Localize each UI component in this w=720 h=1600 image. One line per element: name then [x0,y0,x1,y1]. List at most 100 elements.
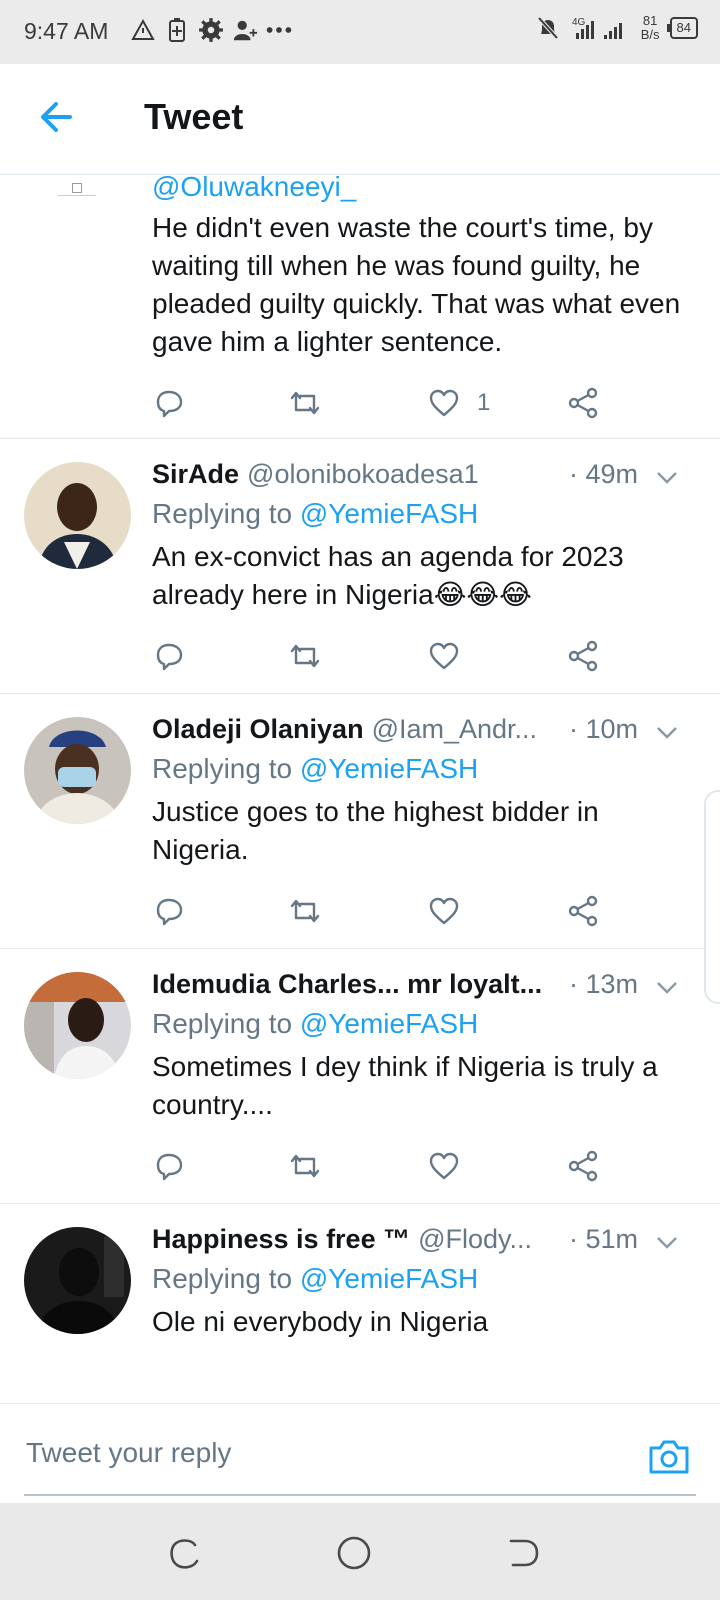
home-button[interactable] [334,1533,374,1573]
more-dots-icon [266,16,292,44]
tweet-text: An ex-convict has an agenda for 2023 alr… [152,541,624,610]
tweet-text: Ole ni everybody in Nigeria [152,1306,489,1337]
tweet-item[interactable]: Idemudia Charles... mr loyalt... · 13m R… [0,948,720,1204]
share-button[interactable] [566,383,600,423]
retweet-icon [290,1154,320,1178]
replying-to-handle[interactable]: @YemieFASH [300,1263,478,1294]
share-button[interactable] [566,1146,600,1186]
avatar-fragment [58,183,96,196]
tweet-author-handle[interactable]: @Oluwakneeyi_ [152,175,690,205]
avatar[interactable] [24,972,131,1079]
share-button[interactable] [566,636,600,676]
replying-to-prefix: Replying to [152,498,300,529]
replying-to-handle[interactable]: @YemieFASH [300,498,478,529]
heart-icon [429,389,459,417]
retweet-button[interactable] [288,383,322,423]
tweet-text: Sometimes I dey think if Nigeria is trul… [152,1051,658,1120]
recents-button[interactable] [165,1533,205,1573]
status-time: 9:47 AM [24,18,109,44]
share-button[interactable] [566,891,600,931]
chevron-down-icon[interactable] [654,1229,680,1255]
reply-composer [0,1403,720,1504]
retweet-button[interactable] [288,1146,322,1186]
tweet-author-handle[interactable]: @Iam_Andr... [372,709,537,749]
tweet-actions [152,636,612,676]
reply-button[interactable] [152,636,186,676]
like-button[interactable]: 1 [427,383,490,423]
chevron-down-icon[interactable] [654,464,680,490]
alert-triangle-icon [130,16,156,44]
like-count: 1 [477,389,491,416]
tweet-text: He didn't even waste the court's time, b… [152,212,681,357]
retweet-icon [290,644,320,668]
replying-to-handle[interactable]: @YemieFASH [300,1008,478,1039]
heart-icon [429,897,459,925]
tweet-text: Justice goes to the highest bidder in Ni… [152,796,599,865]
like-button[interactable] [427,1146,461,1186]
replying-to-prefix: Replying to [152,1263,300,1294]
settings-gear-icon [198,16,224,44]
reply-icon [156,898,183,926]
avatar[interactable] [24,1227,131,1334]
page-title: Tweet [144,96,244,137]
retweet-icon [290,391,320,415]
reply-icon [156,1153,183,1181]
edge-panel-handle[interactable] [704,790,720,1004]
heart-icon [429,642,459,670]
replying-to-line: Replying to @YemieFASH [152,1259,690,1299]
retweet-icon [290,899,320,923]
tweet-item[interactable]: Happiness is free ™ @Flody... · 51m Repl… [0,1203,720,1403]
battery-indicator: 84 [666,17,698,39]
tweet-author-name[interactable]: Oladeji Olaniyan [152,709,364,749]
mute-bell-icon [535,14,561,42]
tweet-item[interactable]: SirAde @olonibokoadesa1 · 49m Replying t… [0,438,720,694]
tweet-item[interactable]: @Oluwakneeyi_ He didn't even waste the c… [0,175,720,439]
retweet-button[interactable] [288,891,322,931]
battery-saver-icon [164,16,190,44]
tweet-actions [152,1146,612,1186]
replying-to-line: Replying to @YemieFASH [152,749,690,789]
network-speed-unit: B/s [640,27,660,42]
reply-button[interactable] [152,1146,186,1186]
back-nav-icon [509,1539,539,1567]
tweet-author-name[interactable]: SirAde [152,454,239,494]
reply-feed[interactable]: @Oluwakneeyi_ He didn't even waste the c… [0,175,720,1403]
top-app-bar: Tweet [0,64,720,175]
reply-icon [156,643,183,671]
tweet-item[interactable]: Oladeji Olaniyan @Iam_Andr... · 10m Repl… [0,693,720,949]
back-button[interactable] [32,92,82,142]
avatar[interactable] [24,462,131,569]
reply-input[interactable] [24,1432,588,1474]
tweet-author-name[interactable]: Idemudia Charles... mr loyalt... [152,964,542,1004]
chevron-down-icon[interactable] [654,719,680,745]
status-bar: 9:47 AM 4G 81 B/s 84 [0,0,720,64]
camera-button[interactable] [646,1434,692,1480]
home-circle-icon [337,1536,371,1570]
replying-to-prefix: Replying to [152,1008,300,1039]
network-speed-value: 81 [642,13,658,28]
replying-to-handle[interactable]: @YemieFASH [300,753,478,784]
tweet-actions: 1 [152,383,612,423]
reply-button[interactable] [152,383,186,423]
like-button[interactable] [427,636,461,676]
back-nav-button[interactable] [503,1533,543,1573]
chevron-down-icon[interactable] [654,974,680,1000]
like-button[interactable] [427,891,461,931]
system-nav-bar [0,1503,720,1600]
recents-icon [170,1539,199,1569]
share-icon [568,640,598,672]
reply-button[interactable] [152,891,186,931]
signal-4g-icon: 4G [571,14,631,42]
tweet-author-name[interactable]: Happiness is free ™ [152,1219,410,1259]
retweet-button[interactable] [288,636,322,676]
avatar[interactable] [24,717,131,824]
reply-icon [156,390,183,418]
replying-to-line: Replying to @YemieFASH [152,1004,690,1044]
tweet-author-handle[interactable]: @olonibokoadesa1 [247,454,479,494]
share-icon [568,387,598,419]
tweet-actions [152,891,612,931]
signal-4g-label: 4G [572,17,586,28]
replying-to-line: Replying to @YemieFASH [152,494,690,534]
camera-icon [649,1440,689,1474]
tweet-author-handle[interactable]: @Flody... [418,1219,532,1259]
